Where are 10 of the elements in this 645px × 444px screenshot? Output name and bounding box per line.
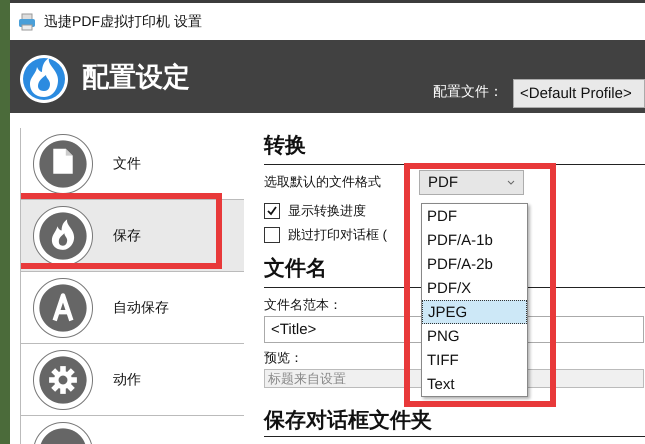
profile-label: 配置文件：: [433, 83, 503, 101]
format-label: 选取默认的文件格式: [264, 173, 382, 191]
header-title: 配置设定: [82, 60, 191, 94]
checkbox-label: 跳过打印对话框 (: [288, 226, 387, 244]
section-heading: 保存对话框文件夹: [264, 406, 645, 437]
template-label: 文件名范本：: [264, 296, 342, 314]
window-title: 迅捷PDF虚拟打印机 设置: [44, 12, 202, 30]
section-heading: 转换: [264, 128, 645, 165]
checkbox-label: 显示转换进度: [288, 202, 366, 220]
preview-label: 预览：: [264, 349, 303, 367]
